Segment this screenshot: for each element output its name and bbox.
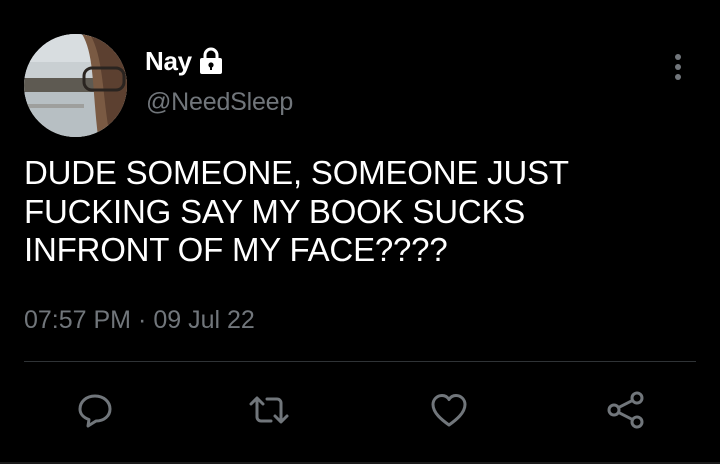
- lock-icon: [198, 47, 224, 75]
- divider: [24, 361, 696, 362]
- more-vertical-icon[interactable]: [666, 52, 690, 82]
- reply-button[interactable]: [73, 388, 117, 432]
- tweet-meta: 07:57 PM · 09 Jul 22: [24, 306, 255, 335]
- tweet-time[interactable]: 07:57 PM: [24, 306, 131, 335]
- meta-separator: ·: [138, 306, 147, 334]
- retweet-button[interactable]: [247, 388, 291, 432]
- share-button[interactable]: [604, 388, 648, 432]
- tweet-text: DUDE SOMEONE, SOMEONE JUST FUCKING SAY M…: [24, 154, 569, 268]
- comment-icon: [75, 390, 115, 430]
- display-name-row: Nay: [145, 44, 224, 78]
- retweet-icon: [247, 390, 291, 430]
- heart-icon: [428, 390, 470, 430]
- user-handle[interactable]: @NeedSleep: [146, 88, 293, 117]
- action-bar: [0, 388, 720, 432]
- share-icon: [605, 390, 647, 430]
- display-name[interactable]: Nay: [145, 46, 192, 77]
- avatar[interactable]: [24, 34, 127, 137]
- tweet-date[interactable]: 09 Jul 22: [153, 306, 254, 335]
- like-button[interactable]: [427, 388, 471, 432]
- tweet-card: Nay @NeedSleep DUDE SOMEONE, SOMEONE JUS…: [0, 0, 720, 464]
